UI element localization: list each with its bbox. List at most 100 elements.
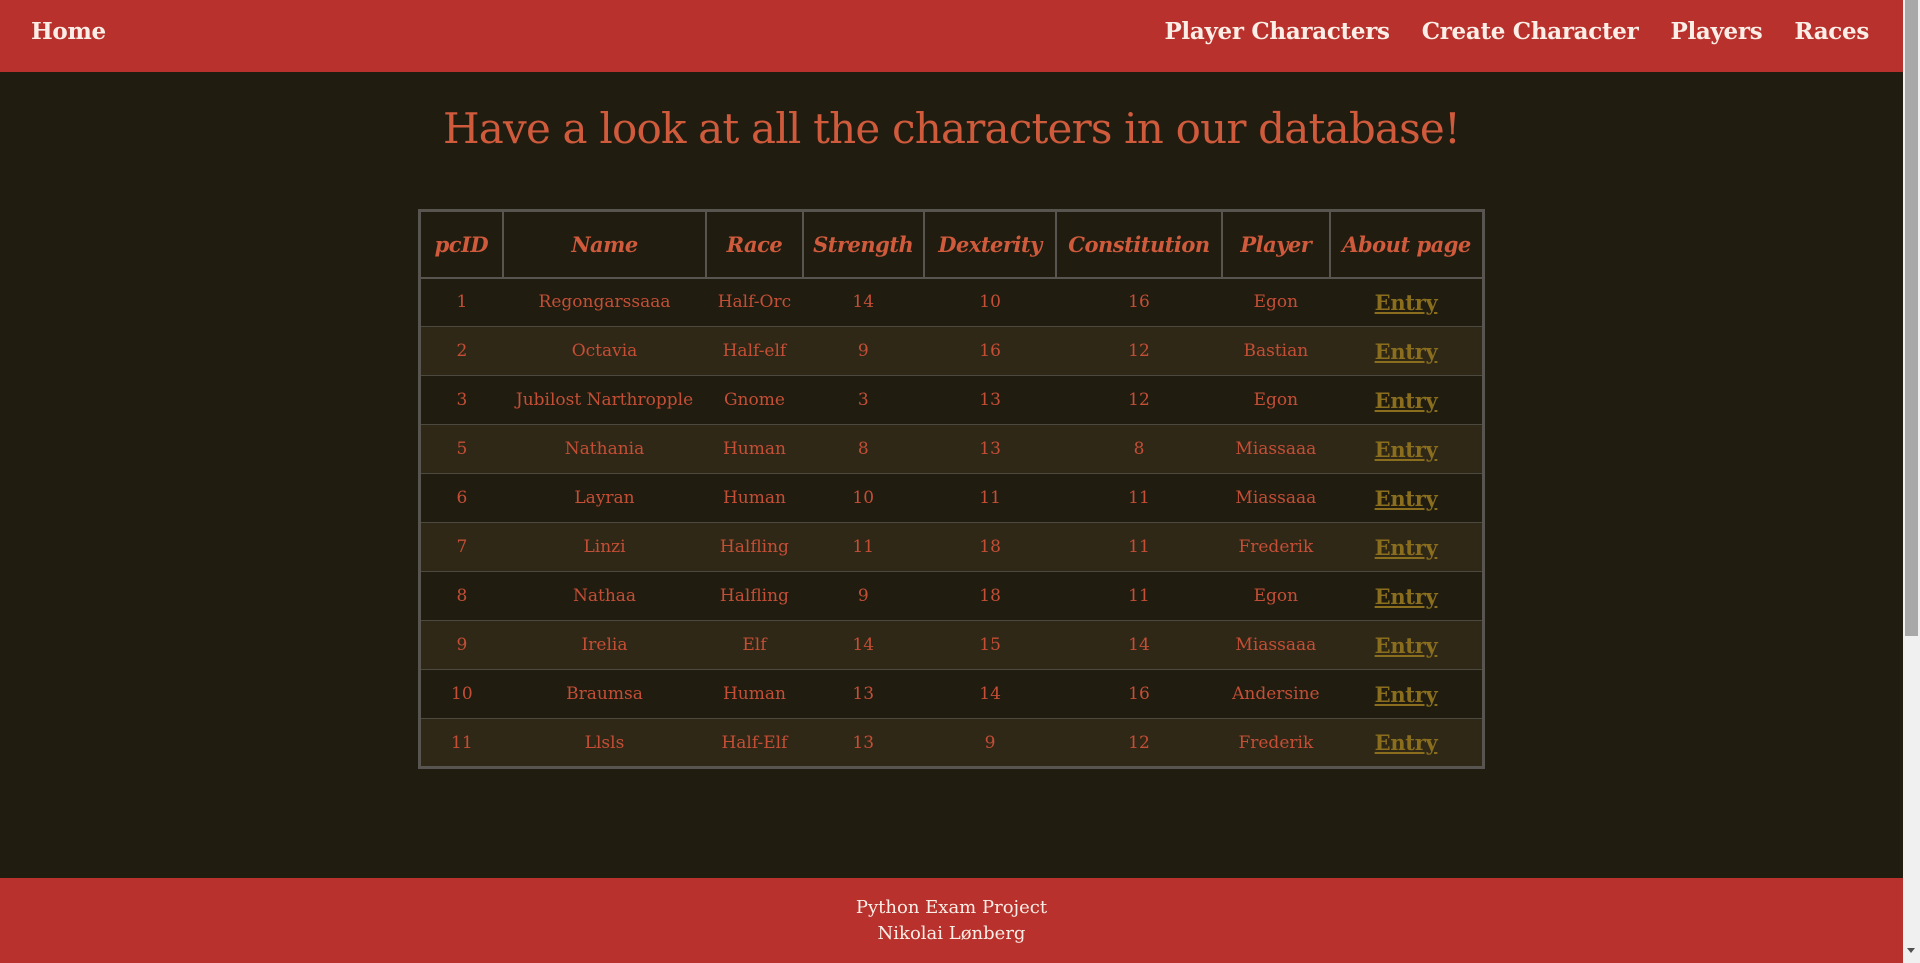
cell-dexterity: 18 bbox=[923, 571, 1057, 621]
vertical-scrollbar[interactable] bbox=[1903, 0, 1920, 963]
cell-dexterity: 9 bbox=[923, 718, 1057, 768]
cell-about-page: Entry bbox=[1330, 473, 1484, 523]
cell-strength: 11 bbox=[802, 522, 924, 572]
nav-player-characters-link[interactable]: Player Characters bbox=[1164, 18, 1390, 45]
cell-pcid: 2 bbox=[419, 326, 503, 376]
cell-pcid: 7 bbox=[419, 522, 503, 572]
cell-about-page: Entry bbox=[1330, 277, 1484, 327]
footer-project-text: Python Exam Project bbox=[855, 897, 1048, 918]
table-row: 11 Llsls Half-Elf 13 9 12 Frederik Entry bbox=[419, 718, 1484, 768]
cell-race: Gnome bbox=[706, 375, 803, 425]
table-row: 6 Layran Human 10 11 11 Miassaaa Entry bbox=[419, 473, 1484, 523]
entry-link[interactable]: Entry bbox=[1375, 535, 1438, 560]
header-dexterity: Dexterity bbox=[922, 209, 1058, 279]
header-race: Race bbox=[705, 209, 804, 279]
entry-link[interactable]: Entry bbox=[1375, 388, 1438, 413]
cell-name: Nathaa bbox=[502, 571, 707, 621]
scrollbar-thumb[interactable] bbox=[1905, 0, 1918, 636]
header-about-page: About page bbox=[1329, 209, 1485, 279]
cell-strength: 9 bbox=[802, 326, 924, 376]
cell-strength: 9 bbox=[802, 571, 924, 621]
cell-player: Bastian bbox=[1221, 326, 1330, 376]
entry-link[interactable]: Entry bbox=[1375, 486, 1438, 511]
cell-dexterity: 14 bbox=[923, 669, 1057, 719]
cell-race: Half-Elf bbox=[706, 718, 803, 768]
table-row: 9 Irelia Elf 14 15 14 Miassaaa Entry bbox=[419, 620, 1484, 670]
table-row: 1 Regongarssaaa Half-Orc 14 10 16 Egon Entry bbox=[419, 277, 1484, 327]
header-pcid: pcID bbox=[418, 209, 504, 279]
entry-link[interactable]: Entry bbox=[1375, 290, 1438, 315]
cell-name: Irelia bbox=[502, 620, 707, 670]
entry-link[interactable]: Entry bbox=[1375, 682, 1438, 707]
cell-player: Egon bbox=[1221, 277, 1330, 327]
cell-constitution: 14 bbox=[1056, 620, 1222, 670]
cell-dexterity: 10 bbox=[923, 277, 1057, 327]
table-body: 1 Regongarssaaa Half-Orc 14 10 16 Egon Entry 2 Oc… bbox=[419, 277, 1484, 768]
cell-strength: 14 bbox=[802, 620, 924, 670]
cell-name: Braumsa bbox=[502, 669, 707, 719]
table-row: 7 Linzi Halfling 11 18 11 Frederik Entry bbox=[419, 522, 1484, 572]
cell-pcid: 1 bbox=[419, 277, 503, 327]
header-constitution: Constitution bbox=[1055, 209, 1223, 279]
entry-link[interactable]: Entry bbox=[1375, 437, 1438, 462]
cell-dexterity: 11 bbox=[923, 473, 1057, 523]
cell-strength: 14 bbox=[802, 277, 924, 327]
cell-player: Miassaaa bbox=[1221, 620, 1330, 670]
cell-strength: 13 bbox=[802, 669, 924, 719]
cell-name: Linzi bbox=[502, 522, 707, 572]
cell-race: Halfling bbox=[706, 522, 803, 572]
cell-race: Human bbox=[706, 424, 803, 474]
cell-name: Layran bbox=[502, 473, 707, 523]
cell-pcid: 3 bbox=[419, 375, 503, 425]
cell-strength: 13 bbox=[802, 718, 924, 768]
table-row: 8 Nathaa Halfling 9 18 11 Egon Entry bbox=[419, 571, 1484, 621]
table-row: 3 Jubilost Narthropple Gnome 3 13 12 Egon Entry bbox=[419, 375, 1484, 425]
table-row: 5 Nathania Human 8 13 8 Miassaaa Entry bbox=[419, 424, 1484, 474]
cell-about-page: Entry bbox=[1330, 571, 1484, 621]
cell-strength: 10 bbox=[802, 473, 924, 523]
entry-link[interactable]: Entry bbox=[1375, 339, 1438, 364]
cell-player: Egon bbox=[1221, 571, 1330, 621]
table-row: 10 Braumsa Human 13 14 16 Andersine Entry bbox=[419, 669, 1484, 719]
cell-constitution: 12 bbox=[1056, 718, 1222, 768]
nav-home-link[interactable]: Home bbox=[31, 18, 106, 45]
nav-create-character-link[interactable]: Create Character bbox=[1422, 18, 1639, 45]
header-player: Player bbox=[1220, 209, 1332, 279]
nav-races-link[interactable]: Races bbox=[1794, 18, 1869, 45]
cell-about-page: Entry bbox=[1330, 718, 1484, 768]
cell-about-page: Entry bbox=[1330, 424, 1484, 474]
scroll-down-arrow-icon[interactable] bbox=[1907, 948, 1915, 953]
cell-player: Egon bbox=[1221, 375, 1330, 425]
cell-race: Elf bbox=[706, 620, 803, 670]
cell-constitution: 12 bbox=[1056, 326, 1222, 376]
cell-about-page: Entry bbox=[1330, 522, 1484, 572]
entry-link[interactable]: Entry bbox=[1375, 633, 1438, 658]
nav-players-link[interactable]: Players bbox=[1670, 18, 1762, 45]
footer-author-text: Nikolai Lønberg bbox=[877, 923, 1026, 944]
navbar: Home Player Characters Create Character … bbox=[0, 0, 1903, 72]
cell-constitution: 16 bbox=[1056, 277, 1222, 327]
cell-dexterity: 16 bbox=[923, 326, 1057, 376]
cell-player: Frederik bbox=[1221, 522, 1330, 572]
cell-race: Half-Orc bbox=[706, 277, 803, 327]
cell-about-page: Entry bbox=[1330, 326, 1484, 376]
cell-about-page: Entry bbox=[1330, 669, 1484, 719]
cell-dexterity: 13 bbox=[923, 424, 1057, 474]
cell-player: Miassaaa bbox=[1221, 473, 1330, 523]
entry-link[interactable]: Entry bbox=[1375, 730, 1438, 755]
cell-race: Human bbox=[706, 473, 803, 523]
cell-player: Andersine bbox=[1221, 669, 1330, 719]
cell-dexterity: 18 bbox=[923, 522, 1057, 572]
cell-name: Llsls bbox=[502, 718, 707, 768]
cell-constitution: 12 bbox=[1056, 375, 1222, 425]
header-name: Name bbox=[501, 209, 708, 279]
cell-constitution: 16 bbox=[1056, 669, 1222, 719]
cell-player: Miassaaa bbox=[1221, 424, 1330, 474]
characters-table-wrapper: pcID Name Race Strength Dexterity Consti… bbox=[418, 209, 1485, 769]
cell-pcid: 9 bbox=[419, 620, 503, 670]
cell-pcid: 10 bbox=[419, 669, 503, 719]
cell-race: Half-elf bbox=[706, 326, 803, 376]
cell-pcid: 5 bbox=[419, 424, 503, 474]
entry-link[interactable]: Entry bbox=[1375, 584, 1438, 609]
nav-links: Player Characters Create Character Playe… bbox=[1164, 18, 1869, 45]
